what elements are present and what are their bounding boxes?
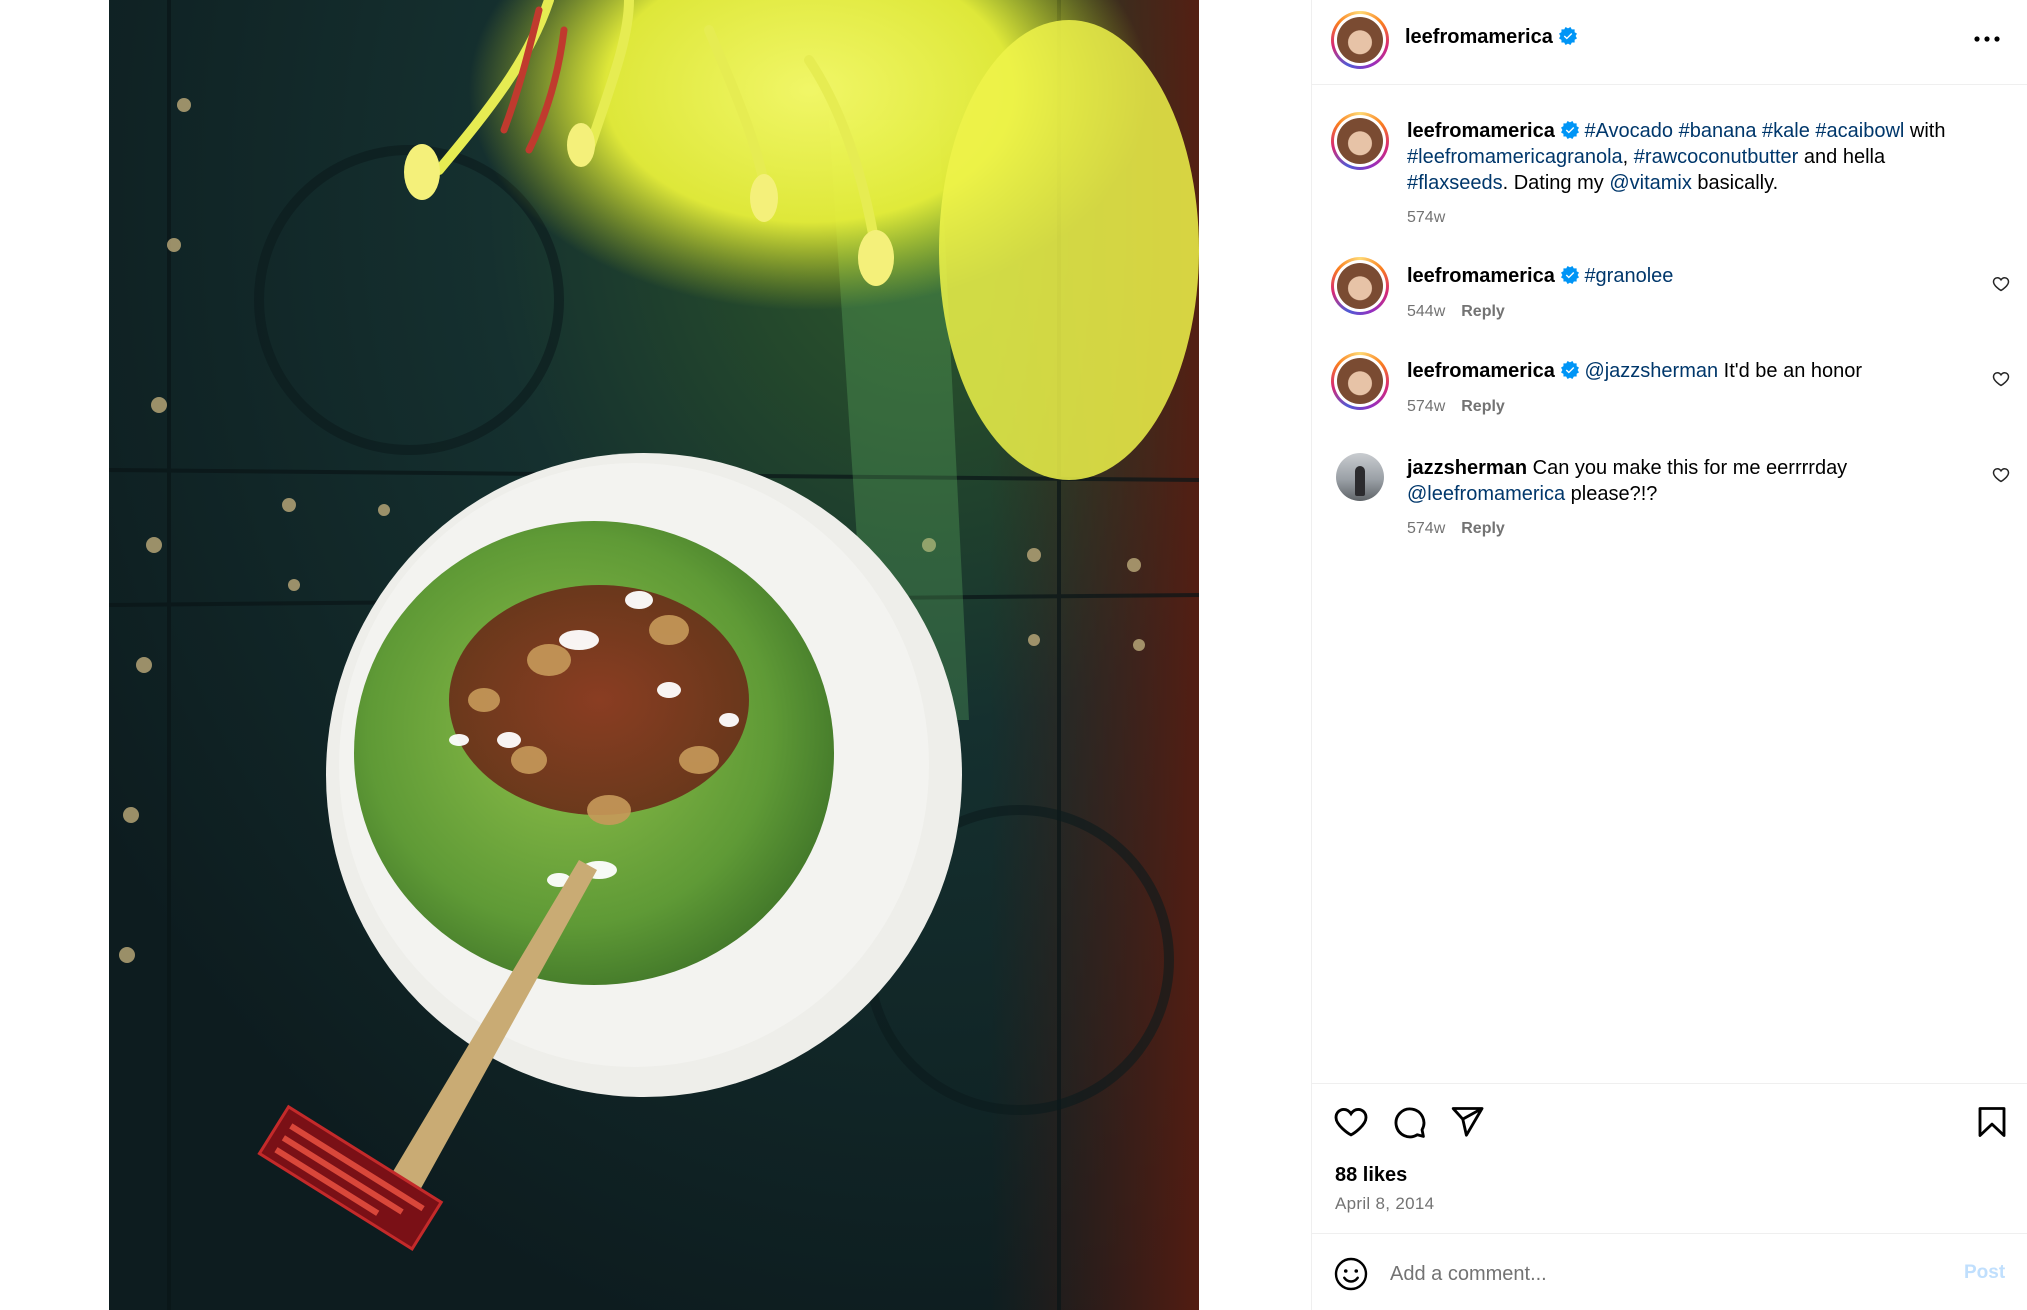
comment-text-fragment: with [1904, 120, 1946, 142]
username[interactable]: leefromamerica [1407, 120, 1555, 142]
divider [1312, 1233, 2027, 1234]
share-icon[interactable] [1449, 1104, 1485, 1140]
like-comment-icon[interactable] [1992, 466, 2010, 484]
comment-text-fragment: , [1622, 146, 1634, 168]
avatar[interactable] [1331, 257, 1389, 315]
comment-text-fragment: It'd be an honor [1718, 360, 1863, 382]
inline-link[interactable]: @jazzsherman [1584, 360, 1718, 382]
comment-icon[interactable] [1391, 1104, 1427, 1140]
username[interactable]: jazzsherman [1407, 457, 1527, 479]
inline-link[interactable]: @leefromamerica [1407, 483, 1565, 505]
comment-text: leefromamerica @jazzsherman It'd be an h… [1407, 358, 1967, 384]
post-details-panel: leefromamerica leefromamerica #Avocado #… [1311, 0, 2027, 1310]
reply-button[interactable]: Reply [1461, 303, 1505, 320]
timestamp[interactable]: 574w [1407, 209, 1445, 226]
caption-text: leefromamerica #Avocado #banana #kale #a… [1407, 118, 1967, 196]
inline-link[interactable]: #granolee [1584, 265, 1673, 287]
inline-link[interactable]: #leefromamericagranola [1407, 146, 1623, 168]
avatar[interactable] [1331, 352, 1389, 410]
timestamp[interactable]: 544w [1407, 303, 1445, 320]
post-photo [109, 0, 1199, 1310]
inline-link[interactable]: #kale [1762, 120, 1810, 142]
bookmark-icon[interactable] [1974, 1104, 2010, 1140]
inline-link[interactable]: #Avocado [1584, 120, 1673, 142]
inline-link[interactable]: #flaxseeds [1407, 172, 1503, 194]
comment-text-fragment: . Dating my [1502, 172, 1610, 194]
reply-button[interactable]: Reply [1461, 520, 1505, 537]
emoji-icon[interactable] [1333, 1256, 1369, 1292]
timestamp[interactable]: 574w [1407, 398, 1445, 415]
comment-text: leefromamerica #granolee [1407, 263, 1967, 289]
comment-text-fragment: Can you make this for me eerrrrday [1532, 457, 1848, 479]
inline-link[interactable]: #acaibowl [1815, 120, 1904, 142]
divider [1312, 1083, 2027, 1084]
username[interactable]: leefromamerica [1407, 360, 1555, 382]
comment-meta: 544w Reply [1407, 303, 1505, 321]
avatar[interactable] [1336, 453, 1384, 501]
more-options-button[interactable] [1969, 24, 2005, 54]
caption-meta: 574w [1407, 209, 1445, 227]
avatar[interactable] [1331, 11, 1389, 69]
comment-text-fragment: basically. [1691, 172, 1779, 194]
comment-text-fragment: please?!? [1565, 483, 1658, 505]
comment-meta: 574w Reply [1407, 398, 1505, 416]
verified-badge-icon [1560, 361, 1579, 379]
divider [1312, 84, 2027, 85]
username[interactable]: leefromamerica [1407, 265, 1555, 287]
inline-link[interactable]: #banana [1679, 120, 1757, 142]
heart-icon[interactable] [1333, 1104, 1369, 1140]
timestamp[interactable]: 574w [1407, 520, 1445, 537]
reply-button[interactable]: Reply [1461, 398, 1505, 415]
verified-badge-icon [1560, 266, 1579, 284]
likes-count[interactable]: 88 likes [1335, 1164, 1407, 1187]
more-horizontal-icon [1974, 36, 2000, 42]
comment-meta: 574w Reply [1407, 520, 1505, 538]
comment-text: jazzsherman Can you make this for me eer… [1407, 455, 1967, 507]
post-date[interactable]: April 8, 2014 [1335, 1194, 1434, 1214]
verified-badge-icon [1560, 121, 1579, 139]
inline-link[interactable]: @vitamix [1609, 172, 1692, 194]
post-author[interactable]: leefromamerica [1405, 26, 1577, 49]
username[interactable]: leefromamerica [1405, 26, 1553, 48]
inline-link[interactable]: #rawcoconutbutter [1634, 146, 1799, 168]
comment-text-fragment: and hella [1798, 146, 1886, 168]
verified-badge-icon [1558, 27, 1577, 45]
like-comment-icon[interactable] [1992, 370, 2010, 388]
post-comment-button[interactable]: Post [1964, 1262, 2005, 1284]
comment-input[interactable] [1390, 1258, 1930, 1290]
like-comment-icon[interactable] [1992, 275, 2010, 293]
avatar[interactable] [1331, 112, 1389, 170]
